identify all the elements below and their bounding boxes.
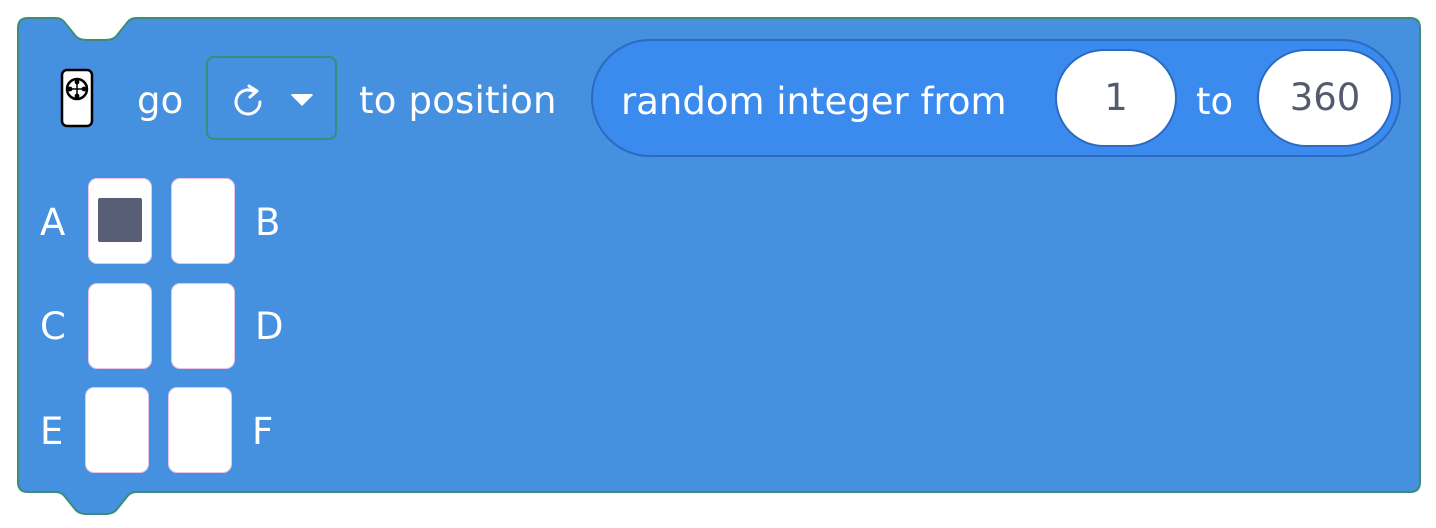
port-label-e: E bbox=[40, 410, 64, 453]
go-label: go bbox=[137, 79, 184, 122]
code-block-canvas: go to position random integer from 1 to … bbox=[0, 0, 1436, 528]
port-label-b: B bbox=[255, 201, 281, 244]
port-e-toggle[interactable] bbox=[85, 387, 149, 473]
direction-dropdown[interactable] bbox=[206, 56, 337, 140]
port-label-d: D bbox=[255, 305, 284, 348]
random-from-input[interactable]: 1 bbox=[1055, 49, 1177, 147]
port-d-toggle[interactable] bbox=[171, 283, 235, 369]
port-selected-indicator bbox=[98, 198, 142, 242]
random-to-input[interactable]: 360 bbox=[1257, 49, 1393, 147]
random-integer-reporter[interactable]: random integer from 1 to 360 bbox=[591, 39, 1401, 157]
chevron-down-icon bbox=[290, 94, 314, 106]
port-label-a: A bbox=[40, 201, 66, 244]
port-label-c: C bbox=[40, 305, 66, 348]
rotate-clockwise-icon bbox=[234, 84, 262, 116]
robot-hub-icon bbox=[60, 68, 94, 128]
random-from-label: random integer from bbox=[621, 80, 1007, 123]
port-f-toggle[interactable] bbox=[168, 387, 232, 473]
random-to-label: to bbox=[1196, 80, 1234, 123]
port-b-toggle[interactable] bbox=[171, 178, 235, 264]
to-position-label: to position bbox=[359, 79, 557, 122]
block-top-row: go to position random integer from 1 to … bbox=[18, 36, 1420, 162]
port-label-f: F bbox=[252, 410, 274, 453]
port-a-toggle[interactable] bbox=[88, 178, 152, 264]
port-c-toggle[interactable] bbox=[88, 283, 152, 369]
